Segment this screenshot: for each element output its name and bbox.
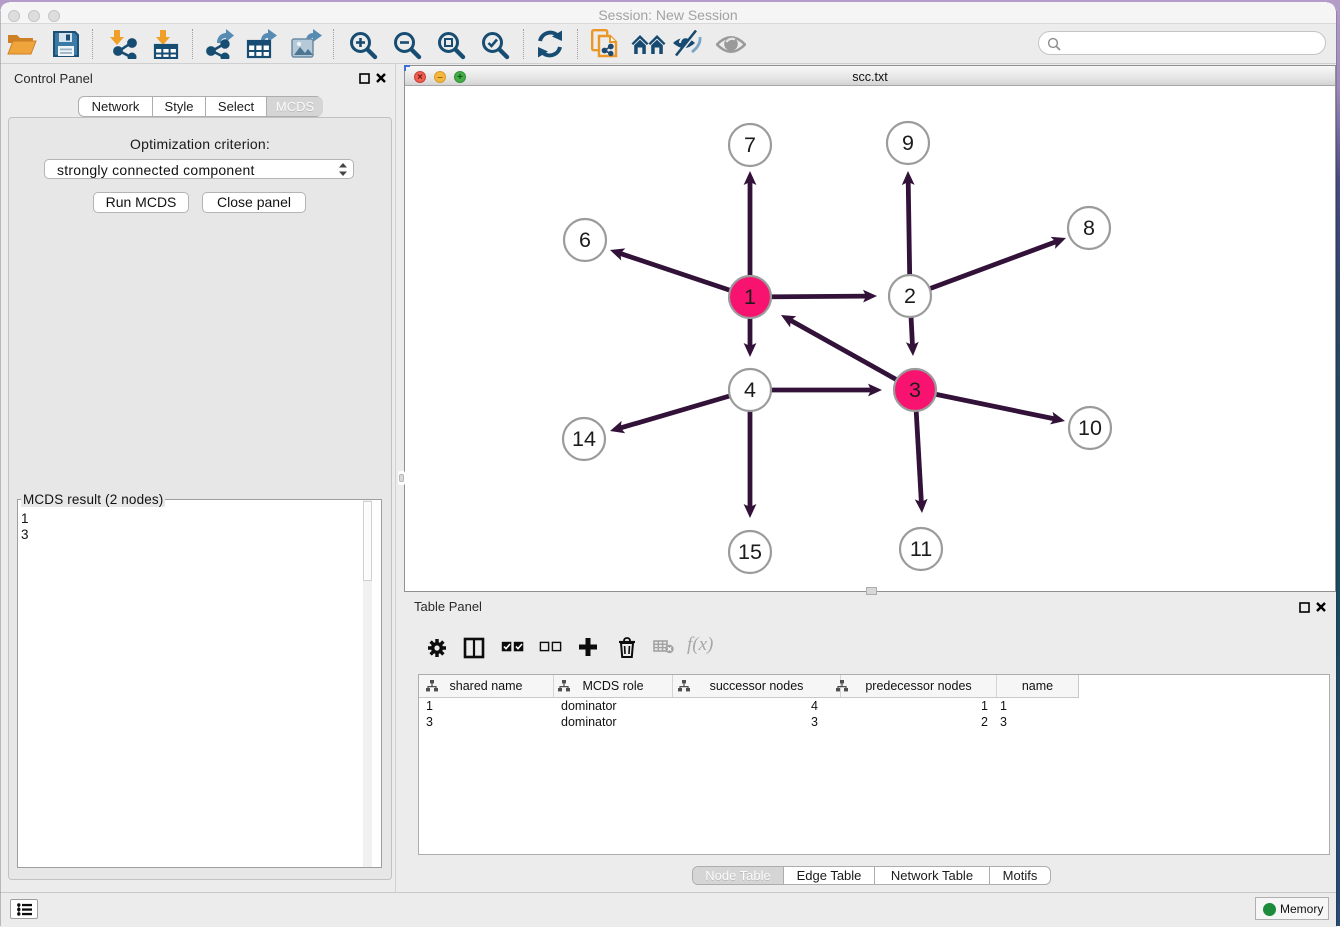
svg-text:2: 2 <box>904 284 916 308</box>
svg-text:11: 11 <box>910 537 932 561</box>
svg-text:4: 4 <box>744 378 756 402</box>
svg-text:9: 9 <box>902 131 914 155</box>
svg-text:10: 10 <box>1078 416 1102 440</box>
svg-text:15: 15 <box>738 540 762 564</box>
svg-text:14: 14 <box>572 427 596 451</box>
svg-text:7: 7 <box>744 133 756 157</box>
svg-text:1: 1 <box>744 285 756 309</box>
svg-text:8: 8 <box>1083 216 1095 240</box>
svg-text:3: 3 <box>909 378 921 402</box>
svg-text:6: 6 <box>579 228 591 252</box>
